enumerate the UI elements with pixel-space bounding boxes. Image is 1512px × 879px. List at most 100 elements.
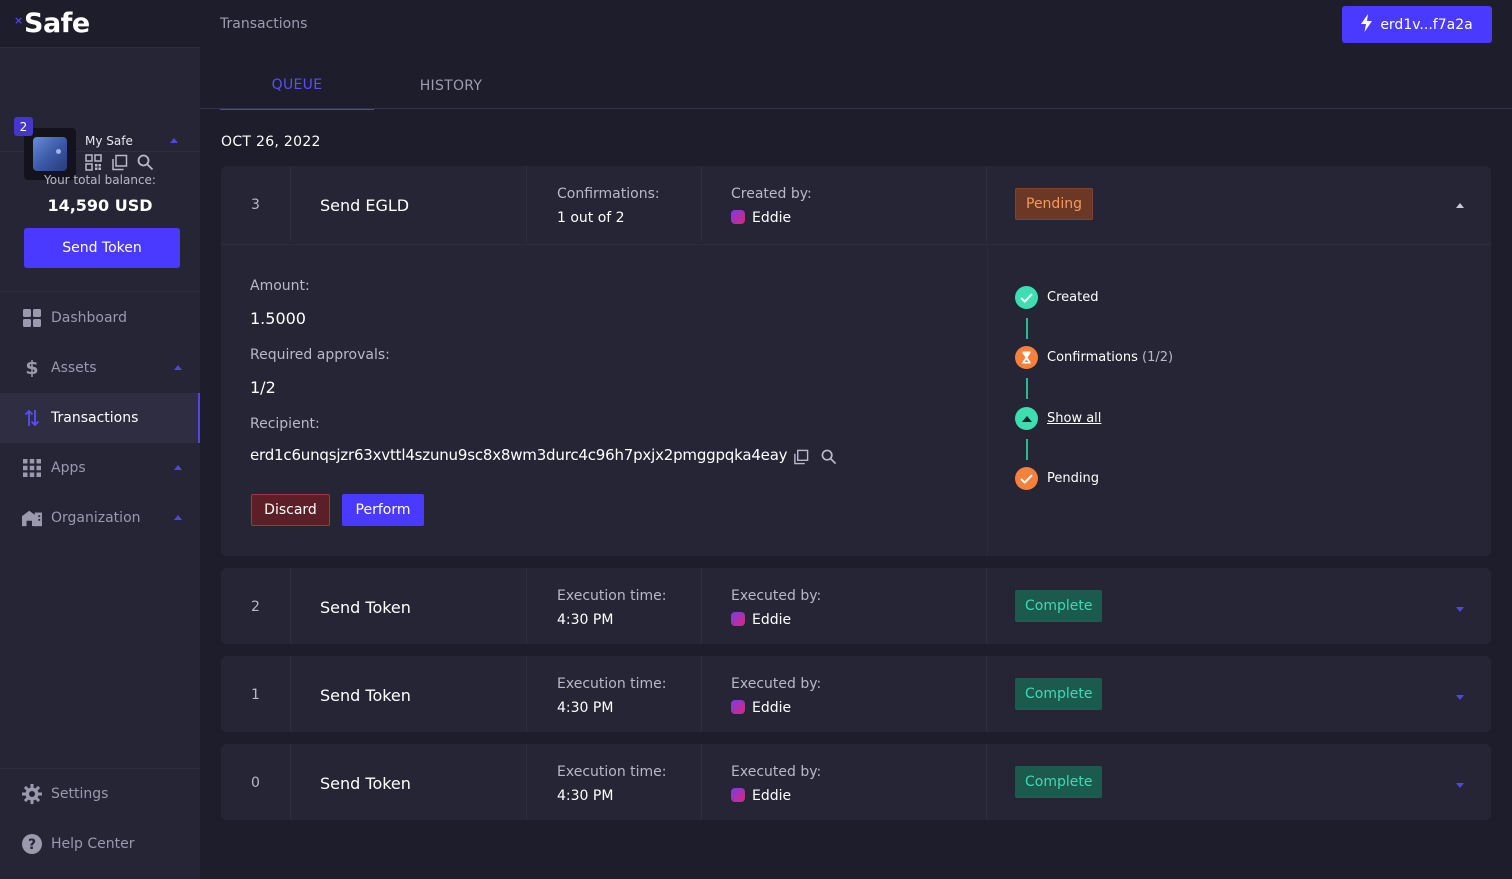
executed-by-name: Eddie <box>752 700 792 716</box>
sidebar-item-help-center[interactable]: ? Help Center <box>0 819 200 869</box>
executed-by-name: Eddie <box>752 612 792 628</box>
transaction-summary-row[interactable]: 0 Send Token Execution time: 4:30 PM Exe… <box>221 744 1491 820</box>
recipient-label: Recipient: <box>250 416 320 432</box>
execution-time-label: Execution time: <box>557 588 667 604</box>
executed-by-label: Executed by: <box>731 588 822 604</box>
organization-icon <box>22 508 42 528</box>
transaction-card[interactable]: 1 Send Token Execution time: 4:30 PM Exe… <box>221 656 1491 732</box>
status-badge: Pending <box>1015 188 1093 220</box>
app-logo[interactable]: × Safe <box>14 8 90 39</box>
send-token-button[interactable]: Send Token <box>24 228 180 268</box>
divider <box>526 568 527 644</box>
divider <box>986 656 987 732</box>
balance-label: Your total balance: <box>44 173 156 187</box>
executed-by-name: Eddie <box>752 788 792 804</box>
lightning-icon <box>1361 13 1373 36</box>
timeline-connector <box>1026 439 1028 460</box>
created-by-label: Created by: <box>731 186 812 202</box>
search-icon[interactable] <box>821 449 837 469</box>
hourglass-icon <box>1015 346 1038 369</box>
wallet-address: erd1v...f7a2a <box>1380 16 1473 33</box>
sidebar-item-transactions[interactable]: Transactions <box>0 393 200 443</box>
transaction-card[interactable]: 0 Send Token Execution time: 4:30 PM Exe… <box>221 744 1491 820</box>
dollar-icon: $ <box>25 357 39 379</box>
tx-nonce: 2 <box>251 599 260 615</box>
chevron-up-icon[interactable] <box>174 365 182 370</box>
top-bar: Transactions erd1v...f7a2a <box>200 0 1512 48</box>
chevron-up-icon <box>1015 407 1038 430</box>
divider <box>526 166 527 242</box>
sidebar: × Safe 2 My Safe Your total balance: 14,… <box>0 0 200 879</box>
owners-badge: 2 <box>14 117 33 136</box>
divider <box>701 166 702 242</box>
sidebar-item-assets[interactable]: $ Assets <box>0 343 200 393</box>
executed-by-value: Eddie <box>731 788 791 804</box>
chevron-down-icon[interactable] <box>1456 607 1464 612</box>
transaction-card[interactable]: 2 Send Token Execution time: 4:30 PM Exe… <box>221 568 1491 644</box>
sidebar-item-label: Help Center <box>51 836 135 852</box>
page-title: Transactions <box>220 16 308 32</box>
sidebar-item-organization[interactable]: Organization <box>0 493 200 543</box>
divider <box>986 568 987 644</box>
amount-label: Amount: <box>250 278 310 294</box>
help-icon: ? <box>22 834 42 854</box>
balance-value: 14,590 USD <box>47 196 153 215</box>
executed-by-value: Eddie <box>731 612 791 628</box>
execution-time-label: Execution time: <box>557 676 667 692</box>
timeline-label-text: Confirmations <box>1047 350 1138 365</box>
logo-area: × Safe <box>0 0 200 48</box>
timeline-label: Confirmations (1/2) <box>1047 350 1173 365</box>
timeline-label: Created <box>1047 290 1099 305</box>
confirmations-label: Confirmations: <box>557 186 660 202</box>
required-approvals-label: Required approvals: <box>250 347 390 363</box>
tx-nonce: 0 <box>251 775 260 791</box>
user-avatar <box>731 210 745 224</box>
tab-queue[interactable]: QUEUE <box>220 62 374 110</box>
user-avatar <box>731 700 745 714</box>
balance-panel: Your total balance: 14,590 USD Send Toke… <box>0 152 200 292</box>
sidebar-item-settings[interactable]: Settings <box>0 769 200 819</box>
divider <box>987 245 988 557</box>
main-content: QUEUE HISTORY OCT 26, 2022 3 Send EGLD C… <box>200 48 1512 879</box>
gear-icon <box>22 784 42 804</box>
chevron-down-icon[interactable] <box>1456 695 1464 700</box>
discard-button[interactable]: Discard <box>251 494 330 526</box>
chevron-up-icon[interactable] <box>174 465 182 470</box>
amount-value: 1.5000 <box>250 309 306 328</box>
svg-text:?: ? <box>28 837 36 853</box>
safe-collapse-chevron-icon[interactable] <box>170 138 178 143</box>
copy-icon[interactable] <box>793 449 809 469</box>
required-approvals-value: 1/2 <box>250 378 276 397</box>
sidebar-item-label: Assets <box>51 360 97 376</box>
timeline-label-count: (1/2) <box>1137 350 1174 365</box>
show-all-link[interactable]: Show all <box>1047 411 1101 426</box>
chevron-up-icon[interactable] <box>174 515 182 520</box>
status-badge: Complete <box>1015 766 1103 798</box>
divider <box>701 744 702 820</box>
tx-title: Send EGLD <box>320 196 410 215</box>
transaction-card-expanded: 3 Send EGLD Confirmations: 1 out of 2 Cr… <box>221 166 1491 557</box>
timeline-label: Pending <box>1047 471 1099 486</box>
transaction-summary-row[interactable]: 2 Send Token Execution time: 4:30 PM Exe… <box>221 568 1491 644</box>
execution-time-value: 4:30 PM <box>557 788 614 804</box>
transaction-summary-row[interactable]: 3 Send EGLD Confirmations: 1 out of 2 Cr… <box>221 166 1491 242</box>
user-avatar <box>731 788 745 802</box>
apps-icon <box>22 458 42 478</box>
transaction-summary-row[interactable]: 1 Send Token Execution time: 4:30 PM Exe… <box>221 656 1491 732</box>
sidebar-item-apps[interactable]: Apps <box>0 443 200 493</box>
sidebar-item-label: Transactions <box>51 410 139 426</box>
executed-by-value: Eddie <box>731 700 791 716</box>
chevron-up-icon[interactable] <box>1456 203 1464 208</box>
tx-nonce: 1 <box>251 687 260 703</box>
tx-title: Send Token <box>320 686 411 705</box>
tab-history[interactable]: HISTORY <box>374 62 528 110</box>
transaction-details: Amount: 1.5000 Required approvals: 1/2 R… <box>221 244 1491 557</box>
timeline-step-show-all[interactable]: Show all <box>1015 407 1101 430</box>
perform-button[interactable]: Perform <box>342 494 424 526</box>
sidebar-item-dashboard[interactable]: Dashboard <box>0 293 200 343</box>
tx-title: Send Token <box>320 598 411 617</box>
chevron-down-icon[interactable] <box>1456 783 1464 788</box>
confirmations-value: 1 out of 2 <box>557 210 625 226</box>
recipient-address: erd1c6unqsjzr63xvttl4szunu9sc8x8wm3durc4… <box>250 446 788 464</box>
wallet-address-button[interactable]: erd1v...f7a2a <box>1342 6 1492 43</box>
